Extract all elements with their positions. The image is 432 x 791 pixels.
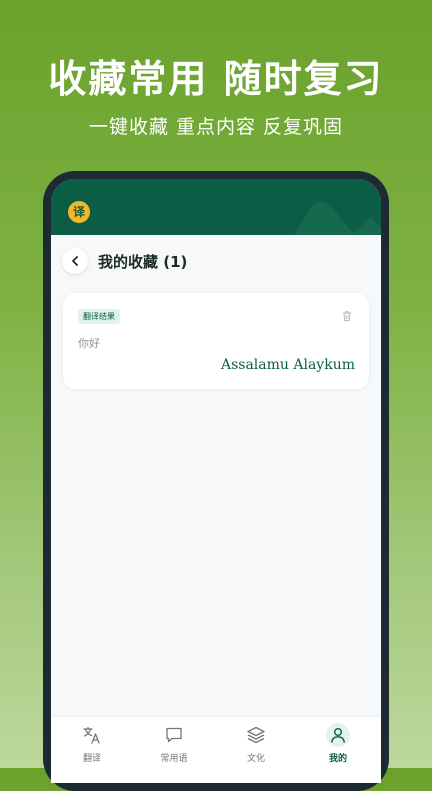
chevron-left-icon [72,256,78,266]
promo-headline: 收藏常用 随时复习 [48,57,384,101]
app-screen: 译 我的收藏 (1) 翻译结果 你好 Assalamu Alaykum 翻译 常… [51,179,381,783]
promo-subline: 一键收藏 重点内容 反复巩固 [88,116,344,138]
translate-icon [83,726,100,744]
tab-label: 常用语 [160,754,188,764]
back-button[interactable] [62,248,88,274]
tab-translate[interactable]: 翻译 [51,717,133,775]
tab-phrases[interactable]: 常用语 [133,717,215,775]
phone-frame: 译 我的收藏 (1) 翻译结果 你好 Assalamu Alaykum 翻译 常… [43,171,389,791]
result-tag: 翻译结果 [78,309,120,324]
source-text: 你好 [78,337,100,350]
translated-text: Assalamu Alaykum [220,357,355,373]
trash-icon[interactable] [341,310,353,322]
tab-mine[interactable]: 我的 [297,717,379,775]
mountain-decoration-icon [294,201,381,235]
tab-label: 翻译 [82,754,101,764]
page-header: 我的收藏 (1) [51,235,381,287]
tab-culture[interactable]: 文化 [215,717,297,775]
tab-label: 文化 [246,754,265,764]
layers-icon [247,726,265,744]
tab-label: 我的 [328,754,347,764]
chat-bubble-icon [166,727,182,743]
app-bar: 译 [51,179,381,235]
page-title: 我的收藏 (1) [98,253,188,271]
app-logo: 译 [68,201,90,223]
favorite-card[interactable]: 翻译结果 你好 Assalamu Alaykum [63,293,369,389]
bottom-tab-bar: 翻译 常用语 文化 我的 [51,716,381,783]
user-icon [331,728,345,743]
